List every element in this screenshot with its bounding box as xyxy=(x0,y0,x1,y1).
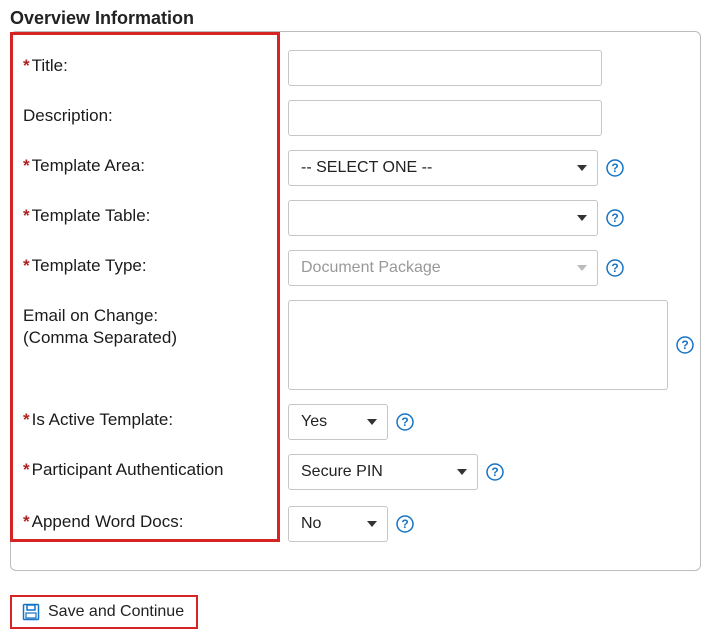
template-type-label: *Template Type: xyxy=(23,250,288,276)
chevron-down-icon xyxy=(367,521,377,527)
svg-text:?: ? xyxy=(611,161,618,175)
template-type-select: Document Package xyxy=(288,250,598,286)
template-area-label: *Template Area: xyxy=(23,150,288,176)
email-on-change-label: Email on Change: (Comma Separated) xyxy=(23,300,288,348)
participant-auth-help-icon[interactable]: ? xyxy=(486,463,504,481)
description-label: Description: xyxy=(23,100,288,126)
title-label: *Title: xyxy=(23,50,288,76)
page-heading: Overview Information xyxy=(10,8,701,29)
svg-text:?: ? xyxy=(681,338,688,352)
save-and-continue-label: Save and Continue xyxy=(48,603,184,621)
svg-text:?: ? xyxy=(611,261,618,275)
is-active-select[interactable]: Yes xyxy=(288,404,388,440)
save-and-continue-button[interactable]: Save and Continue xyxy=(10,595,198,629)
email-on-change-help-icon[interactable]: ? xyxy=(676,336,694,354)
svg-text:?: ? xyxy=(401,517,408,531)
save-icon xyxy=(22,603,40,621)
template-type-help-icon[interactable]: ? xyxy=(606,259,624,277)
chevron-down-icon xyxy=(577,165,587,171)
participant-auth-label: *Participant Authentication xyxy=(23,454,288,480)
append-word-help-icon[interactable]: ? xyxy=(396,515,414,533)
email-on-change-input[interactable] xyxy=(288,300,668,390)
overview-panel: *Title: Description: *Template Area: -- … xyxy=(10,31,701,571)
chevron-down-icon xyxy=(457,469,467,475)
participant-auth-select[interactable]: Secure PIN xyxy=(288,454,478,490)
template-table-label: *Template Table: xyxy=(23,200,288,226)
template-area-select[interactable]: -- SELECT ONE -- xyxy=(288,150,598,186)
template-table-select[interactable] xyxy=(288,200,598,236)
is-active-label: *Is Active Template: xyxy=(23,404,288,430)
svg-text:?: ? xyxy=(401,415,408,429)
chevron-down-icon xyxy=(367,419,377,425)
template-area-help-icon[interactable]: ? xyxy=(606,159,624,177)
append-word-select[interactable]: No xyxy=(288,506,388,542)
is-active-help-icon[interactable]: ? xyxy=(396,413,414,431)
title-input[interactable] xyxy=(288,50,602,86)
svg-text:?: ? xyxy=(491,465,498,479)
description-input[interactable] xyxy=(288,100,602,136)
svg-text:?: ? xyxy=(611,211,618,225)
chevron-down-icon xyxy=(577,265,587,271)
append-word-label: *Append Word Docs: xyxy=(23,506,288,532)
chevron-down-icon xyxy=(577,215,587,221)
template-table-help-icon[interactable]: ? xyxy=(606,209,624,227)
